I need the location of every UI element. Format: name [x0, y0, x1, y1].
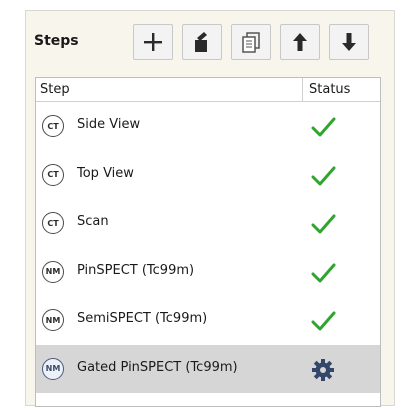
nm-modality-icon: NM — [42, 357, 64, 380]
step-label: Gated PinSPECT (Tc99m) — [77, 359, 238, 375]
ct-modality-icon: CT — [42, 212, 64, 234]
step-label: SemiSPECT (Tc99m) — [77, 311, 208, 326]
table-row[interactable]: CT Scan — [36, 199, 380, 248]
ct-modality-icon: CT — [42, 163, 64, 186]
checkmark-icon — [311, 166, 336, 185]
gear-icon — [312, 358, 334, 381]
header-status[interactable]: Status — [309, 82, 350, 97]
table-header: Step Status — [36, 78, 380, 102]
duplicate-step-button[interactable] — [231, 24, 271, 60]
header-step[interactable]: Step — [40, 82, 70, 97]
arrow-up-icon — [293, 33, 307, 51]
checkmark-icon — [311, 214, 336, 234]
step-label: Side View — [77, 117, 141, 132]
clear-icon — [195, 32, 207, 52]
copy-icon — [242, 32, 260, 53]
remove-step-button[interactable] — [182, 24, 222, 60]
panel-title: Steps — [34, 33, 79, 49]
table-row[interactable]: NM Gated PinSPECT (Tc99m) — [36, 344, 380, 393]
step-label: Top View — [77, 165, 134, 181]
steps-toolbar — [133, 24, 369, 60]
move-up-button[interactable] — [280, 24, 320, 60]
nm-modality-icon: NM — [42, 309, 64, 331]
ct-modality-icon: CT — [42, 115, 64, 137]
table-row[interactable]: NM PinSPECT (Tc99m) — [36, 248, 380, 297]
arrow-down-icon — [342, 33, 356, 51]
table-row[interactable]: NM SemiSPECT (Tc99m) — [36, 296, 380, 345]
move-down-button[interactable] — [329, 24, 369, 60]
checkmark-icon — [311, 311, 336, 331]
step-label: Scan — [77, 214, 109, 229]
table-row[interactable]: CT Side View — [36, 102, 380, 151]
step-label: PinSPECT (Tc99m) — [77, 262, 195, 278]
table-row[interactable]: CT Top View — [36, 151, 380, 200]
checkmark-icon — [311, 263, 336, 282]
nm-modality-icon: NM — [42, 260, 64, 283]
checkmark-icon — [311, 117, 336, 137]
steps-panel: Steps Step Status CT Side View CT Top Vi… — [25, 10, 395, 407]
add-step-button[interactable] — [133, 24, 173, 60]
steps-table: Step Status CT Side View CT Top View CT Scan N… — [35, 77, 381, 407]
column-divider[interactable] — [302, 78, 303, 101]
table-body: CT Side View CT Top View CT Scan NM PinSPECT (T… — [36, 102, 380, 393]
plus-icon — [144, 33, 162, 51]
